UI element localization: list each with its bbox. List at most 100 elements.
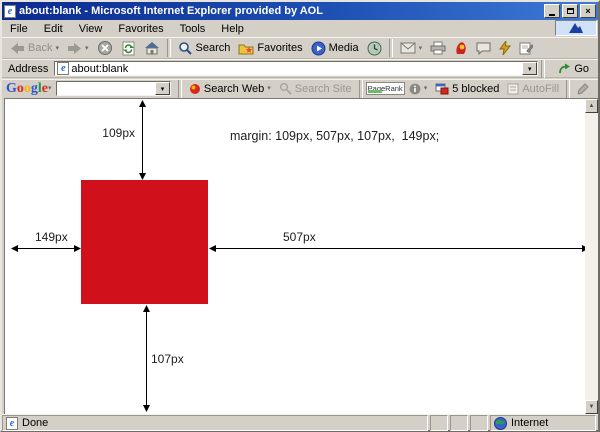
- search-site-button[interactable]: Search Site: [275, 82, 356, 95]
- autofill-label: AutoFill: [522, 83, 559, 95]
- margin-annotation: margin: 109px, 507px, 107px, 149px;: [230, 129, 439, 143]
- edit-page-icon: [519, 41, 533, 55]
- left-margin-arrow: [11, 244, 81, 253]
- favorites-button[interactable]: Favorites: [234, 41, 306, 56]
- menu-help[interactable]: Help: [213, 21, 252, 37]
- menu-edit[interactable]: Edit: [36, 21, 71, 37]
- right-margin-arrow: [209, 244, 589, 253]
- aim-button[interactable]: [450, 40, 472, 56]
- edit-button[interactable]: [515, 40, 537, 56]
- discuss-icon: [476, 42, 491, 55]
- close-button[interactable]: ×: [580, 4, 596, 18]
- scroll-up-button[interactable]: ▲: [585, 99, 598, 113]
- favorites-label: Favorites: [257, 42, 302, 54]
- address-dropdown-button[interactable]: ▾: [522, 62, 537, 75]
- ie-page-icon: e: [6, 417, 18, 430]
- mail-dropdown-icon[interactable]: ▾: [419, 45, 423, 52]
- toolbar-separator: [167, 39, 171, 57]
- highlighter-icon: [577, 83, 590, 95]
- toolbar-separator: [178, 80, 182, 98]
- stop-button[interactable]: [93, 39, 117, 57]
- go-button[interactable]: Go: [552, 62, 595, 76]
- forward-button[interactable]: ▾: [63, 41, 93, 56]
- window-title: about:blank - Microsoft Internet Explore…: [19, 5, 542, 17]
- minimize-button[interactable]: [544, 4, 560, 18]
- autofill-button[interactable]: AutoFill: [503, 83, 563, 95]
- back-dropdown-icon[interactable]: ▾: [55, 45, 59, 52]
- top-margin-label: 109px: [78, 126, 135, 140]
- back-label: Back: [28, 42, 52, 54]
- print-icon: [430, 41, 446, 55]
- home-button[interactable]: [140, 40, 164, 56]
- popup-blocker-icon: [435, 83, 449, 95]
- bottom-margin-arrow: [142, 305, 151, 412]
- aim-icon: [454, 41, 468, 55]
- back-icon: [10, 42, 25, 55]
- menu-file[interactable]: File: [2, 21, 36, 37]
- menu-bar: File Edit View Favorites Tools Help: [2, 20, 598, 38]
- history-button[interactable]: [363, 40, 386, 57]
- autofill-icon: [507, 83, 519, 95]
- back-button[interactable]: Back ▾: [6, 41, 63, 56]
- search-web-button[interactable]: Search Web ▾: [185, 83, 275, 95]
- red-box: [81, 180, 208, 304]
- toolbar-separator: [541, 60, 545, 78]
- page-content: 109px margin: 109px, 507px, 107px, 149px…: [4, 98, 598, 414]
- google-search-dropdown-button[interactable]: ▾: [155, 82, 170, 95]
- page-info-dropdown-icon[interactable]: ▾: [424, 85, 428, 92]
- vertical-scrollbar[interactable]: ▲ ▼: [585, 99, 598, 414]
- address-input-wrap: e ▾: [54, 61, 538, 76]
- history-icon: [367, 41, 382, 56]
- zone-label: Internet: [511, 417, 548, 429]
- address-input[interactable]: [69, 63, 522, 75]
- info-icon: [409, 83, 421, 95]
- address-label: Address: [8, 63, 48, 75]
- popup-blocker-button[interactable]: 5 blocked: [431, 83, 503, 95]
- right-margin-label: 507px: [283, 230, 316, 244]
- mail-icon: [400, 42, 416, 54]
- google-logo-letter: G: [6, 81, 17, 96]
- media-label: Media: [329, 42, 359, 54]
- standard-toolbar: Back ▾ ▾: [2, 37, 598, 59]
- address-bar: Address e ▾ Go: [2, 59, 598, 78]
- menu-favorites[interactable]: Favorites: [110, 21, 171, 37]
- google-logo-letter: o: [17, 81, 24, 96]
- google-logo-letter: o: [24, 81, 31, 96]
- scroll-down-button[interactable]: ▼: [585, 400, 598, 414]
- messenger-button[interactable]: [495, 40, 515, 56]
- favorites-icon: [238, 42, 254, 55]
- go-label: Go: [574, 63, 589, 75]
- menu-tools[interactable]: Tools: [172, 21, 214, 37]
- refresh-button[interactable]: [117, 40, 140, 57]
- search-button[interactable]: Search: [174, 40, 235, 57]
- home-icon: [144, 41, 160, 55]
- media-button[interactable]: Media: [307, 40, 363, 57]
- top-margin-arrow: [138, 100, 147, 180]
- browser-window: e about:blank - Microsoft Internet Explo…: [0, 0, 600, 432]
- google-logo[interactable]: Google: [6, 81, 48, 97]
- google-logo-letter: g: [31, 81, 38, 96]
- restore-button[interactable]: [562, 4, 578, 18]
- status-bar: e Done Internet: [2, 414, 598, 431]
- discuss-button[interactable]: [472, 41, 495, 56]
- forward-dropdown-icon[interactable]: ▾: [85, 45, 89, 52]
- print-button[interactable]: [426, 40, 450, 56]
- status-message-pane: e Done: [2, 415, 428, 431]
- search-web-label: Search Web: [204, 83, 264, 95]
- google-search-wrap: ▾: [56, 81, 171, 96]
- search-web-dropdown-icon[interactable]: ▾: [267, 85, 271, 92]
- go-arrow-icon: [558, 63, 571, 75]
- google-logo-dropdown-icon[interactable]: ▾: [48, 85, 52, 92]
- ie-page-icon: e: [57, 62, 69, 75]
- restore-icon: [567, 8, 574, 14]
- highlight-button[interactable]: [573, 83, 594, 95]
- search-site-label: Search Site: [295, 83, 352, 95]
- page-info-button[interactable]: ▾: [405, 83, 432, 95]
- google-search-input[interactable]: [57, 82, 155, 96]
- google-toolbar: Google ▾ ▾ Search Web ▾ Search Site Page…: [2, 79, 598, 97]
- mail-button[interactable]: ▾: [396, 41, 427, 55]
- pagerank-indicator[interactable]: PageRank: [366, 82, 405, 95]
- aol-logo: [555, 20, 597, 36]
- status-pane: [470, 415, 488, 431]
- menu-view[interactable]: View: [71, 21, 111, 37]
